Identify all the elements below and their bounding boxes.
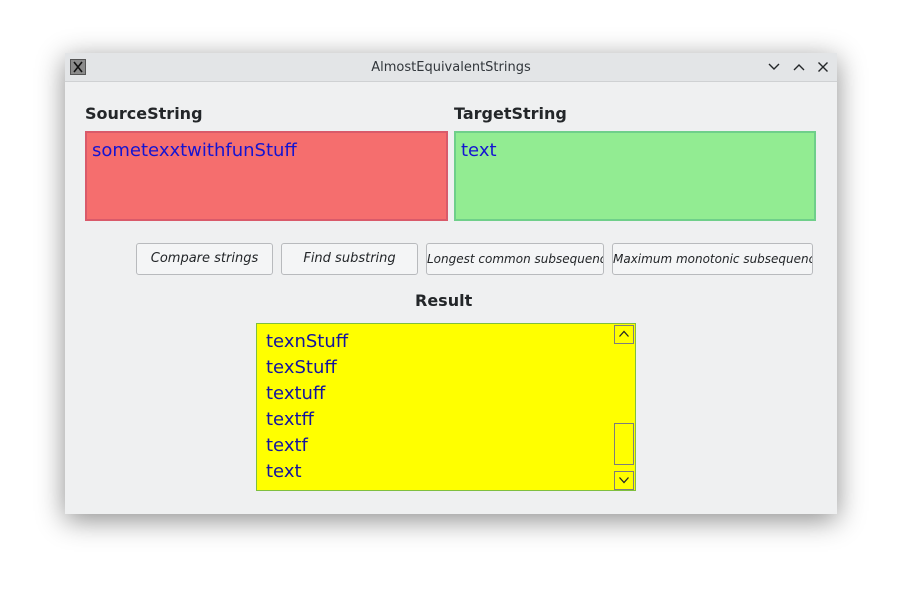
scroll-thumb[interactable]	[614, 423, 634, 465]
longest-common-subsequence-button[interactable]: Longest common subsequence	[426, 243, 604, 275]
list-item[interactable]: textuff	[266, 381, 348, 407]
maximum-monotonic-subsequence-button[interactable]: Maximum monotonic subsequence	[612, 243, 813, 275]
list-item[interactable]: texnStuff	[266, 329, 348, 355]
scroll-up-icon[interactable]	[614, 325, 634, 344]
find-substring-button[interactable]: Find substring	[281, 243, 418, 275]
target-input[interactable]: text	[454, 131, 816, 221]
close-icon[interactable]	[816, 60, 830, 74]
list-item[interactable]: texStuff	[266, 355, 348, 381]
result-list-box[interactable]: texnStuff texStuff textuff textff textf …	[256, 323, 636, 491]
main-window: AlmostEquivalentStrings SourceString Tar…	[65, 53, 837, 514]
list-item[interactable]: textf	[266, 433, 348, 459]
compare-strings-button[interactable]: Compare strings	[136, 243, 273, 275]
result-label: Result	[415, 291, 473, 310]
target-label: TargetString	[454, 104, 567, 123]
result-list: texnStuff texStuff textuff textff textf …	[266, 329, 348, 485]
minimize-icon[interactable]	[767, 60, 781, 74]
vertical-scrollbar[interactable]	[614, 325, 634, 490]
source-label: SourceString	[85, 104, 203, 123]
window-title: AlmostEquivalentStrings	[371, 60, 531, 75]
list-item[interactable]: text	[266, 459, 348, 485]
title-bar[interactable]: AlmostEquivalentStrings	[65, 53, 837, 82]
maximize-icon[interactable]	[792, 60, 806, 74]
scroll-down-icon[interactable]	[614, 471, 634, 490]
list-item[interactable]: textff	[266, 407, 348, 433]
source-input[interactable]: sometexxtwithfunStuff	[85, 131, 448, 221]
